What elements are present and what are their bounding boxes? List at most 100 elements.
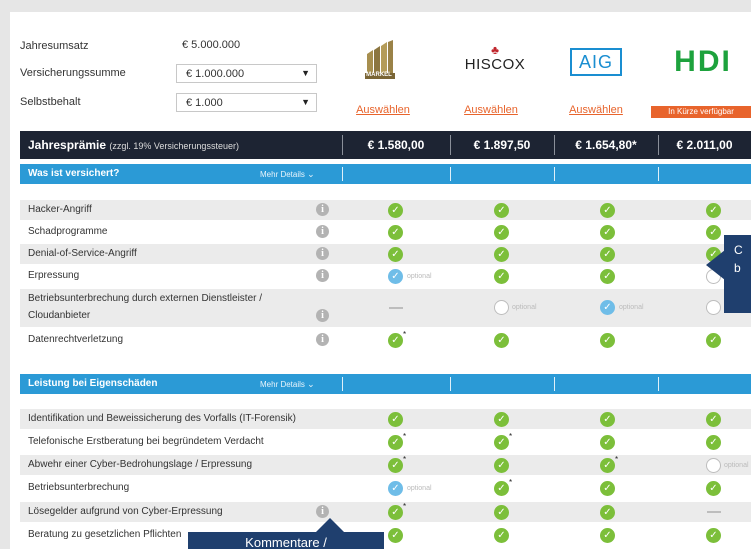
annual-premium-label: Jahresprämie (zzgl. 19% Versicherungsste…: [28, 138, 239, 152]
check-icon: ✓: [706, 225, 721, 240]
deductible-select[interactable]: € 1.000 ▼: [176, 93, 317, 112]
check-icon: ✓: [388, 247, 403, 262]
section-own-damage-benefits: Leistung bei Eigenschäden Mehr Details ⌄: [20, 374, 751, 394]
check-icon: ✓: [494, 412, 509, 427]
info-icon[interactable]: i: [316, 333, 329, 346]
empty-circle-icon: [706, 300, 721, 315]
check-icon: ✓: [706, 528, 721, 543]
comments-tooltip-text: Kommentare /: [245, 535, 327, 549]
comments-tooltip: Kommentare /: [188, 532, 384, 549]
check-icon: ✓: [388, 435, 403, 450]
table-row: Datenrechtverletzung i ✓ * ✓ ✓ ✓: [20, 329, 751, 351]
empty-circle-icon: [494, 300, 509, 315]
check-icon: ✓: [706, 333, 721, 348]
empty-circle-icon: [706, 458, 721, 473]
aig-logo: AIG: [570, 48, 622, 76]
check-icon: ✓: [494, 333, 509, 348]
check-icon: ✓: [494, 528, 509, 543]
select-aig-link[interactable]: Auswählen: [563, 104, 629, 116]
check-icon: ✓: [600, 458, 615, 473]
check-icon: ✓: [600, 435, 615, 450]
check-icon: ✓: [600, 247, 615, 262]
check-icon: ✓: [494, 269, 509, 284]
info-icon[interactable]: i: [316, 203, 329, 216]
price-hiscox: € 1.897,50: [473, 138, 531, 152]
hiscox-logo-text: HISCOX: [464, 56, 526, 73]
table-row: Betriebsunterbrechung ✓ optional ✓ * ✓ ✓: [20, 478, 751, 498]
chevron-down-icon: ▼: [301, 97, 310, 107]
price-hdi: € 2.011,00: [676, 138, 733, 152]
table-row: Telefonische Erstberatung bei begründete…: [20, 432, 751, 452]
comparison-page: Jahresumsatz € 5.000.000 Versicherungssu…: [10, 12, 751, 549]
optional-check-icon: ✓: [600, 300, 615, 315]
select-markel-link[interactable]: Auswählen: [350, 104, 416, 116]
check-icon: ✓: [388, 203, 403, 218]
price-aig: € 1.654,80*: [575, 138, 637, 152]
info-icon[interactable]: i: [316, 225, 329, 238]
section-title: Was ist versichert?: [28, 168, 120, 179]
check-icon: ✓: [388, 528, 403, 543]
check-icon: ✓: [388, 458, 403, 473]
hdi-logo: HDI: [674, 45, 732, 78]
hiscox-logo: ♣ HISCOX: [462, 44, 528, 80]
check-icon: ✓: [706, 481, 721, 496]
check-icon: ✓: [494, 225, 509, 240]
check-icon: ✓: [388, 505, 403, 520]
markel-logo-text: MARKEL: [366, 72, 392, 78]
param-label-deductible: Selbstbehalt: [20, 96, 81, 108]
section-what-is-insured: Was ist versichert? Mehr Details ⌄: [20, 164, 751, 184]
sum-insured-select-value: € 1.000.000: [186, 68, 245, 80]
check-icon: ✓: [706, 203, 721, 218]
price-markel: € 1.580,00: [367, 138, 425, 152]
table-row: Beratung zu gesetzlichen Pflichten ✓ ✓ ✓…: [20, 525, 751, 545]
info-icon[interactable]: i: [316, 309, 329, 322]
check-icon: ✓: [494, 481, 509, 496]
info-icon[interactable]: i: [316, 269, 329, 282]
check-icon: ✓: [600, 481, 615, 496]
chevron-down-icon: ⌄: [307, 169, 315, 179]
check-icon: ✓: [706, 412, 721, 427]
check-icon: ✓: [388, 412, 403, 427]
check-icon: ✓: [494, 203, 509, 218]
markel-logo: MARKEL: [360, 40, 400, 80]
check-icon: ✓: [600, 528, 615, 543]
check-icon: ✓: [600, 269, 615, 284]
param-value-revenue: € 5.000.000: [182, 39, 241, 51]
table-row: Abwehr einer Cyber-Bedrohungslage / Erpr…: [20, 455, 751, 475]
check-icon: ✓: [600, 505, 615, 520]
select-hiscox-link[interactable]: Auswählen: [458, 104, 524, 116]
check-icon: ✓: [388, 333, 403, 348]
hdi-coming-soon-badge: In Kürze verfügbar: [651, 106, 751, 118]
check-icon: ✓: [494, 435, 509, 450]
check-icon: ✓: [388, 225, 403, 240]
check-icon: ✓: [494, 458, 509, 473]
check-icon: ✓: [600, 333, 615, 348]
check-icon: ✓: [600, 225, 615, 240]
tooltip-arrow: [706, 250, 725, 280]
hiscox-crest-icon: ♣: [491, 43, 499, 57]
table-row: Hacker-Angriff i ✓ ✓ ✓ ✓: [20, 200, 751, 220]
table-row: Betriebsunterbrechung durch externen Die…: [20, 289, 751, 327]
optional-check-icon: ✓: [388, 269, 403, 284]
check-icon: ✓: [494, 505, 509, 520]
tooltip-arrow: [314, 518, 346, 534]
check-icon: ✓: [706, 435, 721, 450]
param-label-revenue: Jahresumsatz: [20, 40, 89, 52]
table-row: Identifikation und Beweissicherung des V…: [20, 409, 751, 429]
more-details-toggle[interactable]: Mehr Details ⌄: [260, 169, 315, 180]
annual-premium-row: Jahresprämie (zzgl. 19% Versicherungsste…: [20, 131, 751, 159]
tooltip-popup: C b: [724, 235, 751, 313]
info-icon[interactable]: i: [316, 247, 329, 260]
table-row: Schadprogramme i ✓ ✓ ✓ ✓: [20, 222, 751, 242]
chevron-down-icon: ▼: [301, 68, 310, 78]
dash-icon: [389, 307, 403, 309]
param-label-sum-insured: Versicherungssumme: [20, 67, 126, 79]
table-row: Lösegelder aufgrund von Cyber-Erpressung…: [20, 502, 751, 522]
table-row: Denial-of-Service-Angriff i ✓ ✓ ✓ ✓: [20, 244, 751, 264]
dash-icon: [707, 511, 721, 513]
more-details-toggle[interactable]: Mehr Details ⌄: [260, 379, 315, 390]
check-icon: ✓: [600, 203, 615, 218]
section-title: Leistung bei Eigenschäden: [28, 378, 158, 389]
deductible-select-value: € 1.000: [186, 97, 223, 109]
sum-insured-select[interactable]: € 1.000.000 ▼: [176, 64, 317, 83]
